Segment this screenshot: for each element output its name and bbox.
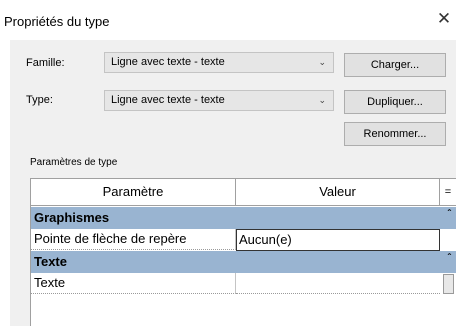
param-cell: Pointe de flèche de repère	[31, 229, 236, 250]
family-select-value: Ligne avec texte - texte	[111, 56, 225, 68]
caret-up-icon[interactable]: ˆ	[448, 204, 451, 226]
family-label: Famille:	[26, 57, 65, 69]
group-header-graphismes[interactable]: Graphismes ˆ	[31, 207, 456, 229]
chevron-down-icon: ⌄	[318, 95, 326, 105]
type-select[interactable]: Ligne avec texte - texte ⌄	[104, 90, 334, 111]
type-parameters-label: Paramètres de type	[30, 157, 118, 168]
value-edit-button[interactable]	[443, 274, 454, 294]
value-field[interactable]: Aucun(e)	[236, 229, 440, 251]
param-cell: Texte	[31, 273, 236, 294]
group-name: Texte	[34, 254, 67, 269]
caret-up-icon[interactable]: ˆ	[448, 248, 451, 270]
type-select-value: Ligne avec texte - texte	[111, 94, 225, 106]
load-button[interactable]: Charger...	[344, 53, 446, 77]
duplicate-button[interactable]: Dupliquer...	[344, 90, 446, 114]
column-header-sort[interactable]: =	[440, 179, 456, 206]
dialog-body: Famille: Ligne avec texte - texte ⌄ Type…	[10, 40, 456, 326]
chevron-down-icon: ⌄	[318, 57, 326, 67]
type-label: Type:	[26, 94, 53, 106]
column-header-parameter[interactable]: Paramètre	[31, 179, 236, 206]
parameters-grid: Paramètre Valeur = Graphismes ˆ Pointe d…	[30, 178, 456, 326]
group-header-texte[interactable]: Texte ˆ	[31, 251, 456, 273]
group-name: Graphismes	[34, 210, 110, 225]
value-field[interactable]	[236, 273, 440, 294]
rename-button[interactable]: Renommer...	[344, 122, 446, 146]
family-select[interactable]: Ligne avec texte - texte ⌄	[104, 52, 334, 73]
column-header-value[interactable]: Valeur	[236, 179, 440, 206]
dialog-title: Propriétés du type	[4, 14, 110, 29]
close-icon[interactable]: ✕	[432, 6, 456, 32]
